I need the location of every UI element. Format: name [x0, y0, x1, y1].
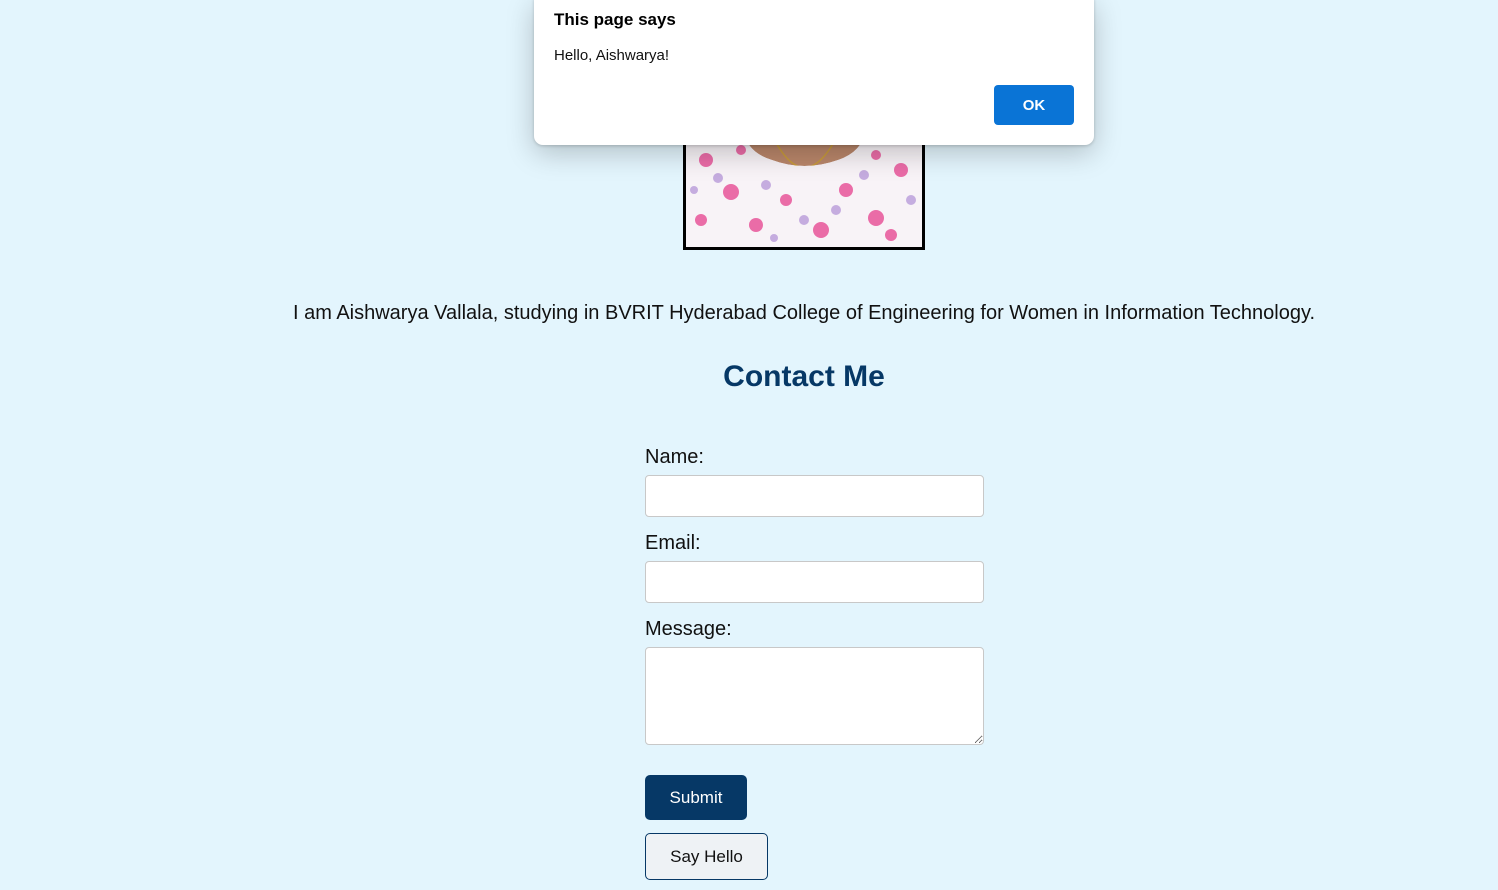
submit-button[interactable]: Submit	[645, 775, 747, 820]
bio-text: I am Aishwarya Vallala, studying in BVRI…	[292, 302, 1316, 324]
page: I am Aishwarya Vallala, studying in BVRI…	[0, 0, 1498, 890]
email-label: Email:	[645, 532, 701, 554]
dialog-ok-button[interactable]: OK	[994, 85, 1074, 125]
name-label: Name:	[645, 446, 704, 468]
name-input[interactable]	[645, 475, 984, 517]
contact-heading: Contact Me	[723, 360, 885, 393]
email-input[interactable]	[645, 561, 984, 603]
message-textarea[interactable]	[645, 647, 984, 745]
contact-form: Name: Email: Message:	[645, 446, 985, 745]
alert-dialog: This page says Hello, Aishwarya! OK	[534, 0, 1094, 145]
profile-photo	[683, 130, 925, 250]
dialog-title: This page says	[554, 10, 676, 29]
say-hello-button[interactable]: Say Hello	[645, 833, 768, 880]
dialog-message: Hello, Aishwarya!	[554, 47, 670, 64]
message-label: Message:	[645, 618, 732, 640]
